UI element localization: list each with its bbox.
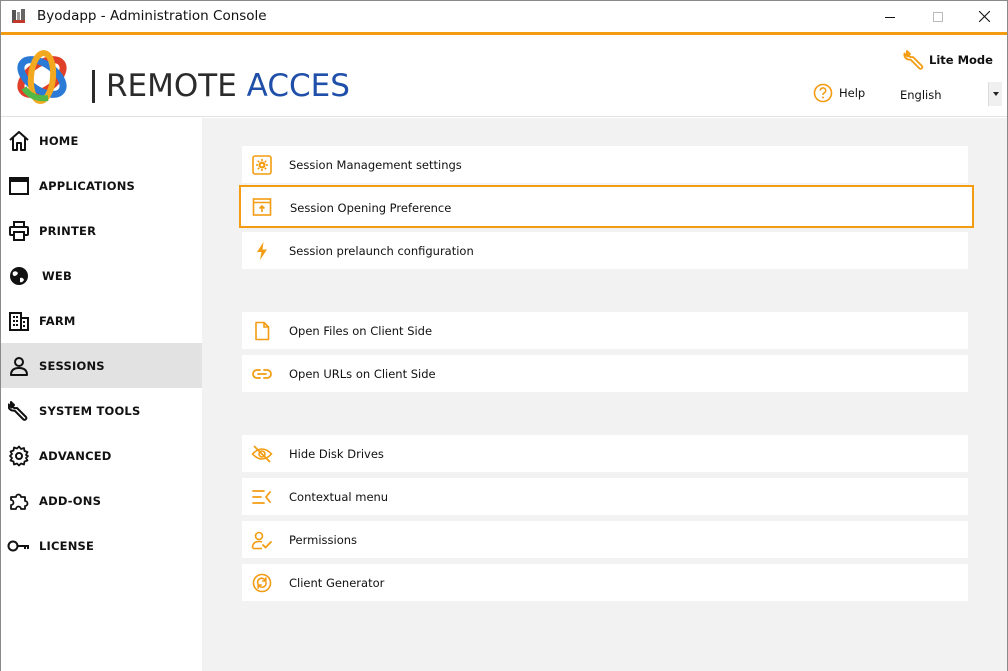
brand-logo: REMOTE ACCES (14, 48, 374, 106)
sidebar-item-system-tools[interactable]: SYSTEM TOOLS (1, 388, 202, 433)
minimize-icon (885, 16, 895, 18)
open-window-icon (251, 196, 273, 218)
item-label: Permissions (289, 533, 358, 547)
sidebar-item-label: ADD-ONS (39, 494, 102, 508)
menu-icon (251, 486, 273, 508)
gear-icon (7, 444, 31, 468)
sidebar-item-label: LICENSE (39, 539, 95, 553)
app-window: Byodapp - Administration Console REMOTE … (0, 0, 1008, 671)
brand-name: REMOTE ACCES (106, 68, 350, 104)
globe-icon (7, 264, 31, 288)
language-select[interactable]: English (894, 82, 1002, 106)
sidebar-item-label: HOME (39, 134, 79, 148)
maximize-icon (933, 11, 943, 22)
brand-name-left: REMOTE (106, 68, 247, 104)
item-label: Session Opening Preference (290, 201, 452, 215)
close-button[interactable] (961, 1, 1007, 32)
sidebar-item-license[interactable]: LICENSE (1, 523, 202, 568)
item-label: Hide Disk Drives (289, 447, 384, 461)
sidebar-item-label: PRINTER (39, 224, 97, 238)
help-button[interactable]: Help (813, 83, 865, 103)
brand-divider (92, 70, 95, 103)
maximize-button[interactable] (915, 1, 961, 32)
title-bar: Byodapp - Administration Console (1, 1, 1007, 32)
sidebar-item-label: APPLICATIONS (39, 179, 136, 193)
wrench-icon (7, 399, 31, 423)
sidebar-item-applications[interactable]: APPLICATIONS (1, 163, 202, 208)
refresh-circle-icon (251, 572, 273, 594)
sidebar-item-farm[interactable]: FARM (1, 298, 202, 343)
item-label: Session prelaunch configuration (289, 244, 474, 258)
minimize-button[interactable] (867, 1, 913, 32)
wrench-icon (903, 50, 924, 70)
permissions-item[interactable]: Permissions (242, 521, 968, 558)
sidebar: HOME APPLICATIONS PRINTER WEB FARM SESSI… (1, 118, 202, 671)
building-icon (7, 309, 31, 333)
help-label: Help (839, 86, 866, 100)
header: REMOTE ACCES Lite Mode Help English (1, 35, 1007, 117)
key-icon (7, 534, 31, 558)
user-check-icon (251, 529, 273, 551)
settings-box-icon (251, 154, 273, 176)
file-icon (251, 320, 273, 342)
app-logo-icon (12, 9, 25, 23)
logo-swirl-icon (17, 50, 67, 104)
open-files-on-client-side-item[interactable]: Open Files on Client Side (242, 312, 968, 349)
sidebar-item-printer[interactable]: PRINTER (1, 208, 202, 253)
session-opening-preference-item[interactable]: Session Opening Preference (239, 185, 974, 228)
open-urls-on-client-side-item[interactable]: Open URLs on Client Side (242, 355, 968, 392)
sidebar-item-sessions[interactable]: SESSIONS (1, 343, 202, 388)
contextual-menu-item[interactable]: Contextual menu (242, 478, 968, 515)
main-panel: Session Management settings Session Open… (202, 118, 1007, 671)
session-management-settings-item[interactable]: Session Management settings (242, 146, 968, 183)
item-label: Open URLs on Client Side (289, 367, 436, 381)
item-label: Client Generator (289, 576, 385, 590)
sidebar-item-label: SYSTEM TOOLS (39, 404, 141, 418)
eye-off-icon (251, 443, 273, 465)
session-prelaunch-configuration-item[interactable]: Session prelaunch configuration (242, 232, 968, 269)
window-title: Byodapp - Administration Console (37, 8, 267, 24)
language-value: English (900, 88, 942, 102)
sidebar-item-web[interactable]: WEB (1, 253, 202, 298)
sidebar-item-advanced[interactable]: ADVANCED (1, 433, 202, 478)
item-label: Session Management settings (289, 158, 462, 172)
sidebar-item-label: ADVANCED (39, 449, 112, 463)
client-generator-item[interactable]: Client Generator (242, 564, 968, 601)
caret-down-icon (992, 92, 999, 96)
item-label: Open Files on Client Side (289, 324, 433, 338)
lightning-icon (251, 240, 273, 262)
puzzle-icon (7, 489, 31, 513)
hide-disk-drives-item[interactable]: Hide Disk Drives (242, 435, 968, 472)
help-icon (813, 83, 833, 103)
language-dropdown-button[interactable] (988, 82, 1002, 106)
user-icon (7, 354, 31, 378)
sidebar-item-add-ons[interactable]: ADD-ONS (1, 478, 202, 523)
sidebar-item-label: FARM (39, 314, 76, 328)
window-icon (7, 174, 31, 198)
lite-mode-label: Lite Mode (929, 53, 993, 67)
close-icon (978, 11, 990, 22)
sidebar-item-home[interactable]: HOME (1, 118, 202, 163)
sidebar-item-label: SESSIONS (39, 359, 105, 373)
brand-name-right: ACCES (246, 68, 350, 104)
link-icon (251, 363, 273, 385)
lite-mode-button[interactable]: Lite Mode (903, 49, 993, 71)
home-icon (7, 129, 31, 153)
sidebar-item-label: WEB (42, 269, 72, 283)
item-label: Contextual menu (289, 490, 389, 504)
printer-icon (7, 219, 31, 243)
